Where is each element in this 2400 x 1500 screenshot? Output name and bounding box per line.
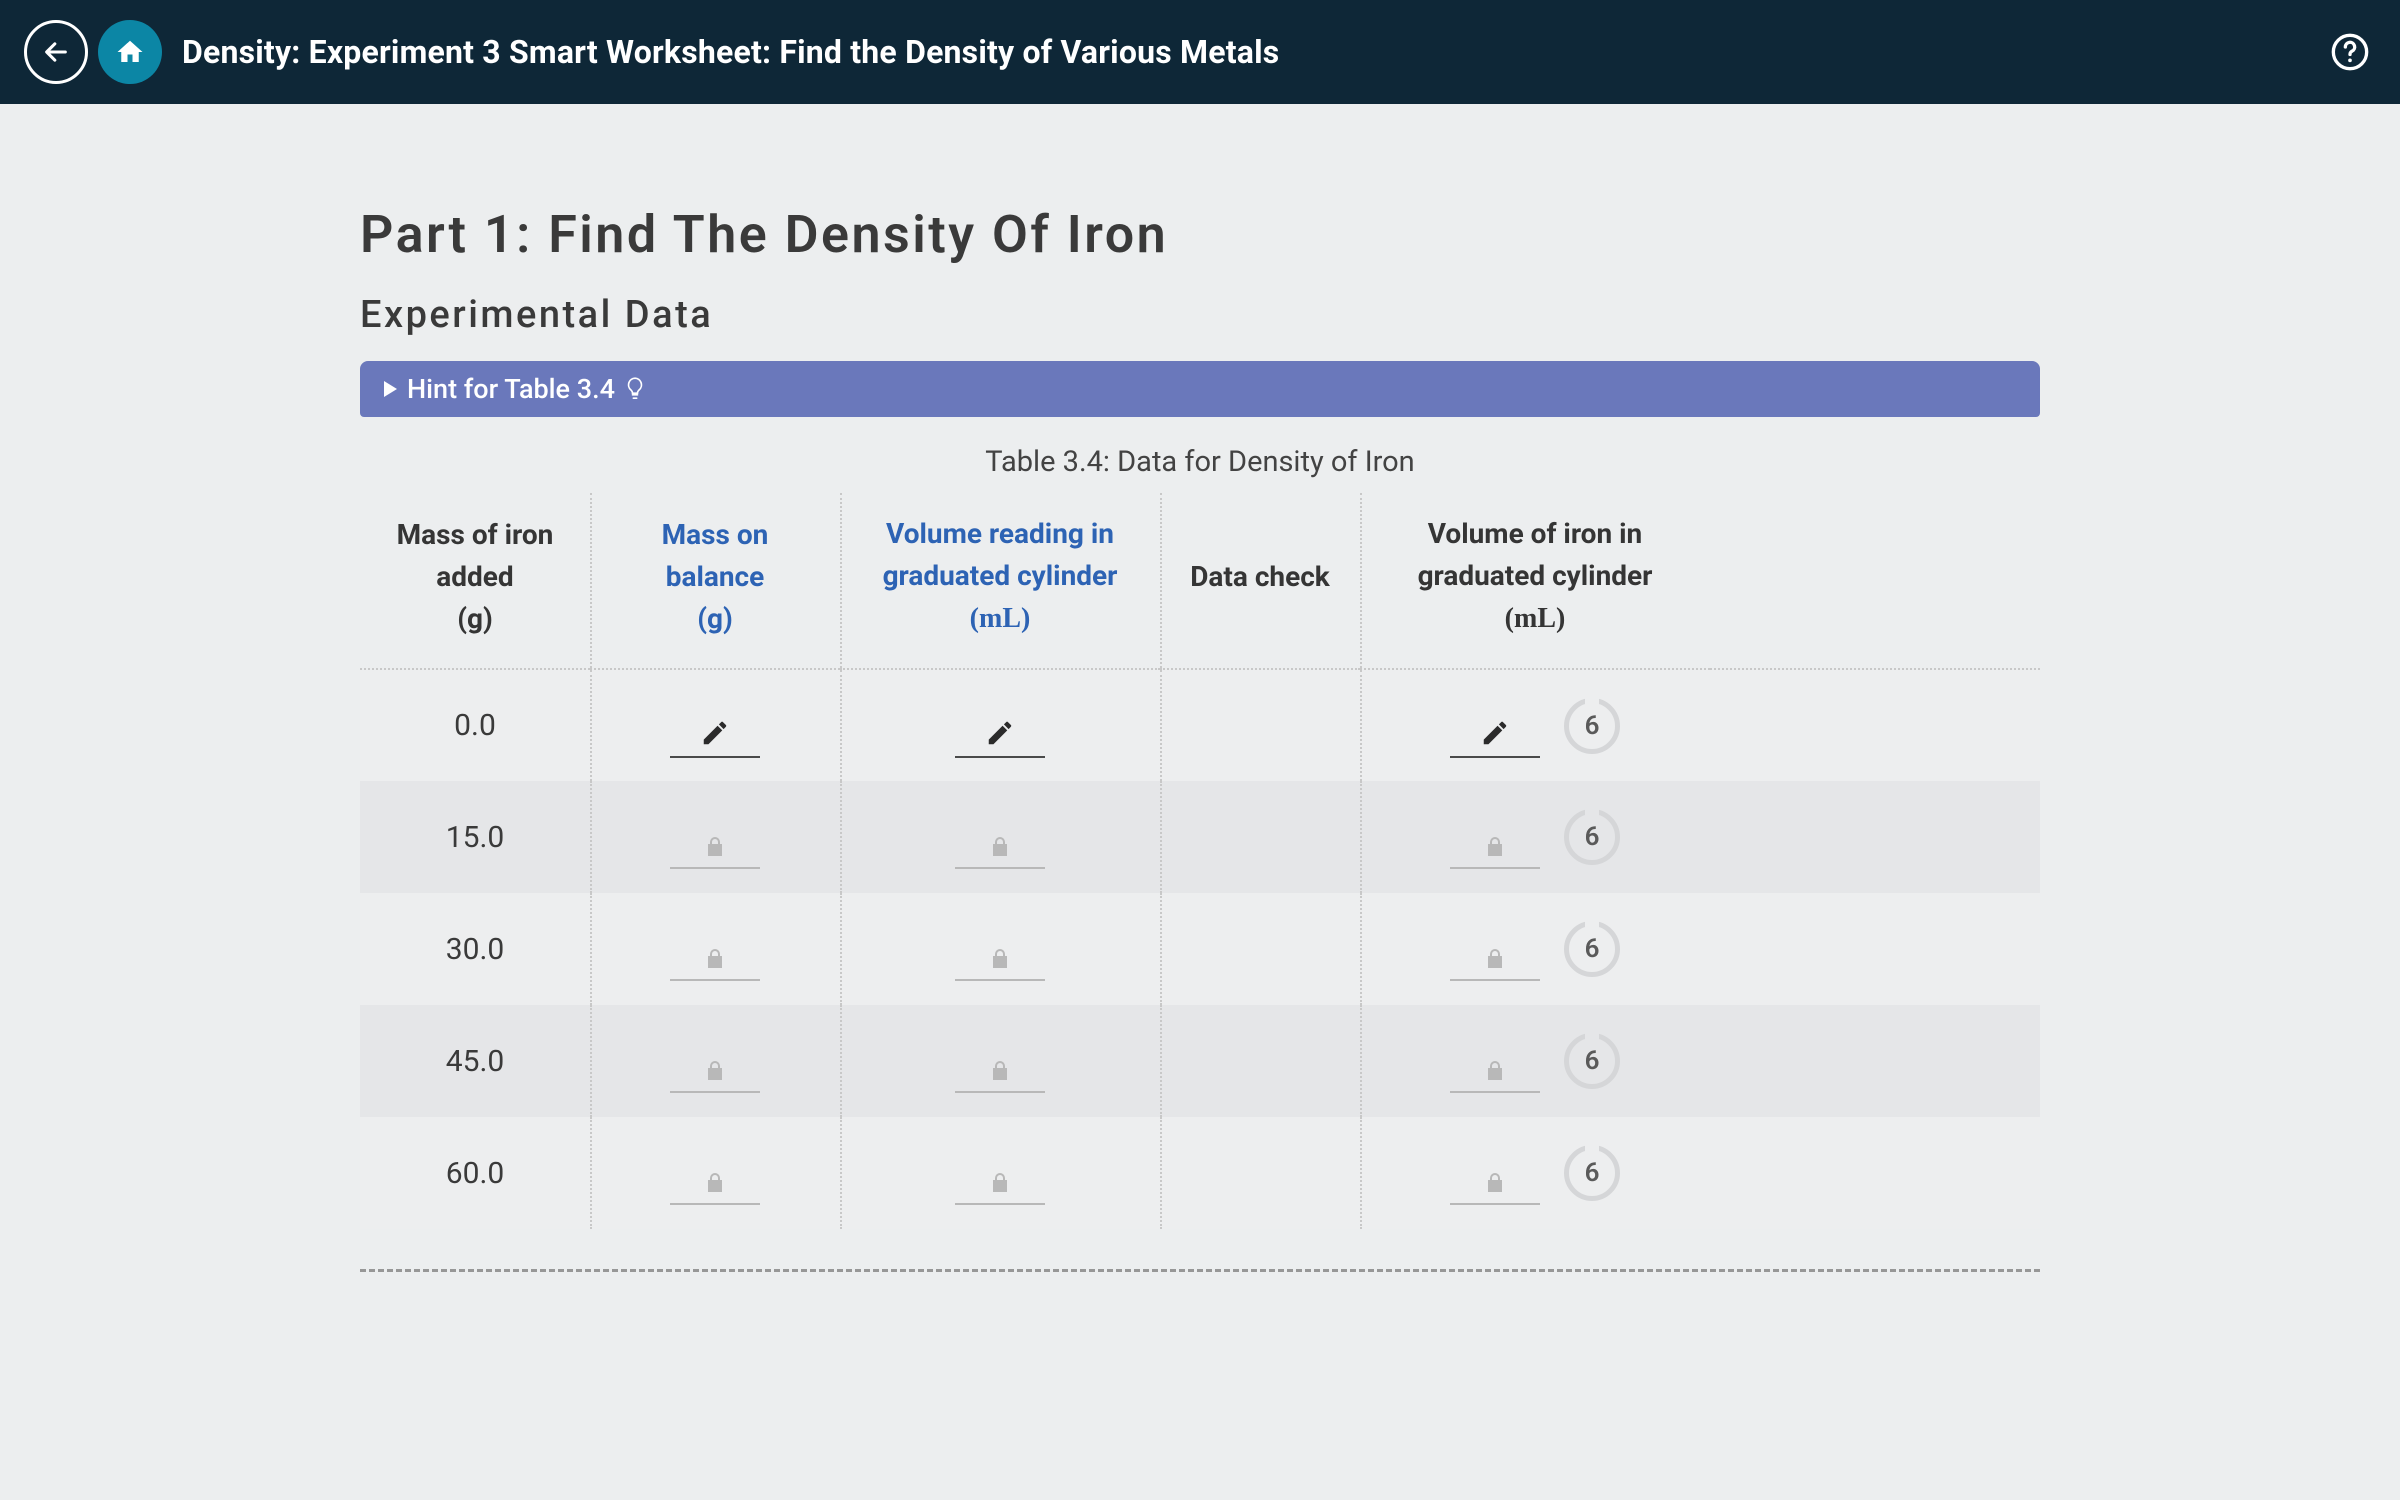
filler-cell (1710, 669, 2040, 781)
volume-reading-input (955, 917, 1045, 981)
lock-icon (1483, 947, 1507, 971)
col-spare (1710, 493, 2040, 669)
arrow-left-icon (42, 38, 70, 66)
lock-icon (1483, 835, 1507, 859)
attempt-counter-badge: 6 (1564, 1033, 1620, 1089)
lock-icon (1483, 1059, 1507, 1083)
data-check-cell (1160, 1117, 1360, 1229)
density-table: Mass of iron added (g) Mass on balance (… (360, 493, 2040, 1229)
col-mass-balance: Mass on balance (g) (590, 493, 840, 669)
table-row: 30.06 (360, 893, 2040, 1005)
filler-cell (1710, 1005, 2040, 1117)
mass-on-balance-input (670, 1029, 760, 1093)
volume-reading-input (955, 1029, 1045, 1093)
table-row: 45.06 (360, 1005, 2040, 1117)
section-subheading: Experimental Data (360, 293, 2040, 337)
filler-cell (1710, 781, 2040, 893)
mass-on-balance-input (670, 917, 760, 981)
pencil-icon (700, 718, 730, 748)
hint-label: Hint for Table 3.4 (407, 373, 615, 405)
data-check-cell (1160, 781, 1360, 893)
mass-on-balance-input[interactable] (670, 694, 760, 758)
table-row: 15.06 (360, 781, 2040, 893)
section-heading: Part 1: Find The Density Of Iron (360, 204, 2040, 265)
attempt-counter-badge: 6 (1564, 698, 1620, 754)
help-button[interactable] (2324, 26, 2376, 78)
lock-icon (988, 1171, 1012, 1195)
mass-added-value: 15.0 (360, 781, 590, 893)
col-mass-added: Mass of iron added (g) (360, 493, 590, 669)
table-caption: Table 3.4: Data for Density of Iron (360, 445, 2040, 479)
worksheet-page: Part 1: Find The Density Of Iron Experim… (0, 104, 2400, 1500)
nav-group (24, 20, 162, 84)
attempt-counter-badge: 6 (1564, 1145, 1620, 1201)
lock-icon (703, 947, 727, 971)
filler-cell (1710, 1117, 2040, 1229)
lock-icon (703, 1171, 727, 1195)
lock-icon (1483, 1171, 1507, 1195)
lock-icon (988, 1059, 1012, 1083)
pencil-icon (1480, 718, 1510, 748)
table-row: 60.06 (360, 1117, 2040, 1229)
data-check-cell (1160, 669, 1360, 781)
volume-iron-input (1450, 1141, 1540, 1205)
col-volume-iron: Volume of iron in graduated cylinder (mL… (1360, 493, 1710, 669)
help-icon (2330, 32, 2370, 72)
volume-iron-input (1450, 917, 1540, 981)
mass-added-value: 45.0 (360, 1005, 590, 1117)
lightbulb-icon (625, 376, 645, 402)
page-title: Density: Experiment 3 Smart Worksheet: F… (182, 33, 1279, 71)
back-button[interactable] (24, 20, 88, 84)
table-row: 0.06 (360, 669, 2040, 781)
hint-toggle[interactable]: Hint for Table 3.4 (360, 361, 2040, 417)
volume-reading-input (955, 1141, 1045, 1205)
top-bar: Density: Experiment 3 Smart Worksheet: F… (0, 0, 2400, 104)
attempt-counter-badge: 6 (1564, 921, 1620, 977)
volume-iron-input (1450, 805, 1540, 869)
mass-added-value: 60.0 (360, 1117, 590, 1229)
home-button[interactable] (98, 20, 162, 84)
mass-added-value: 30.0 (360, 893, 590, 1005)
volume-iron-input[interactable] (1450, 694, 1540, 758)
data-check-cell (1160, 893, 1360, 1005)
mass-on-balance-input (670, 805, 760, 869)
col-data-check: Data check (1160, 493, 1360, 669)
volume-iron-input (1450, 1029, 1540, 1093)
volume-reading-input (955, 805, 1045, 869)
lock-icon (703, 1059, 727, 1083)
mass-on-balance-input (670, 1141, 760, 1205)
lock-icon (988, 947, 1012, 971)
volume-reading-input[interactable] (955, 694, 1045, 758)
caret-right-icon (384, 381, 397, 397)
attempt-counter-badge: 6 (1564, 809, 1620, 865)
col-volume-reading: Volume reading in graduated cylinder (mL… (840, 493, 1160, 669)
data-check-cell (1160, 1005, 1360, 1117)
mass-added-value: 0.0 (360, 669, 590, 781)
lock-icon (988, 835, 1012, 859)
lock-icon (703, 835, 727, 859)
pencil-icon (985, 718, 1015, 748)
section-divider (360, 1269, 2040, 1272)
filler-cell (1710, 893, 2040, 1005)
home-icon (115, 37, 145, 67)
